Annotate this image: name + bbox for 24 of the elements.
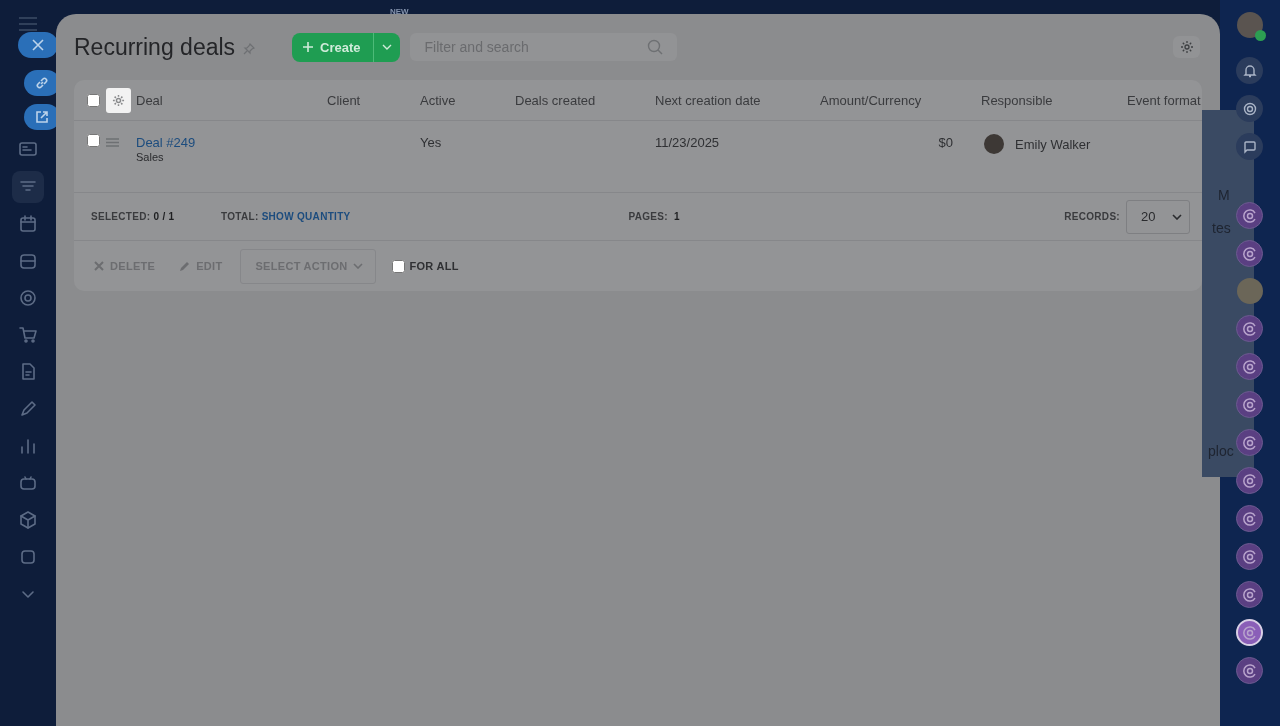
column-header[interactable]: Amount/Currency [820, 92, 922, 108]
pages-count: PAGES: 1 [628, 211, 680, 222]
deal-category: Sales [136, 151, 165, 163]
total-label: TOTAL: [221, 211, 260, 222]
for-all-label: FOR ALL [409, 260, 459, 272]
column-header[interactable]: Responsible [981, 92, 1053, 108]
show-quantity-link[interactable]: SHOW QUANTITY [261, 211, 351, 222]
table-cell: 11/23/2025 [655, 135, 720, 150]
create-button[interactable]: Create [292, 32, 400, 62]
table-cell-text: Emily Walker [1015, 136, 1091, 152]
column-header[interactable]: Deal [136, 92, 163, 108]
new-label: NEW [390, 7, 409, 16]
records-dropdown[interactable]: 20 [1126, 199, 1190, 234]
page-title: Recurring deals [74, 33, 236, 61]
table-cell: Yes [420, 135, 442, 150]
table-cell: $0 [938, 135, 953, 150]
column-header[interactable]: Active [420, 92, 456, 108]
column-header[interactable]: Deals created [515, 92, 596, 108]
records-label: RECORDS: [1064, 211, 1120, 222]
column-header[interactable]: Client [327, 92, 361, 108]
column-header[interactable]: Event format [1127, 92, 1201, 108]
selected-count: SELECTED: 0 / 1 [91, 211, 176, 222]
deal-link[interactable]: Deal #249 [136, 135, 196, 150]
column-header[interactable]: Next creation date [655, 92, 761, 108]
